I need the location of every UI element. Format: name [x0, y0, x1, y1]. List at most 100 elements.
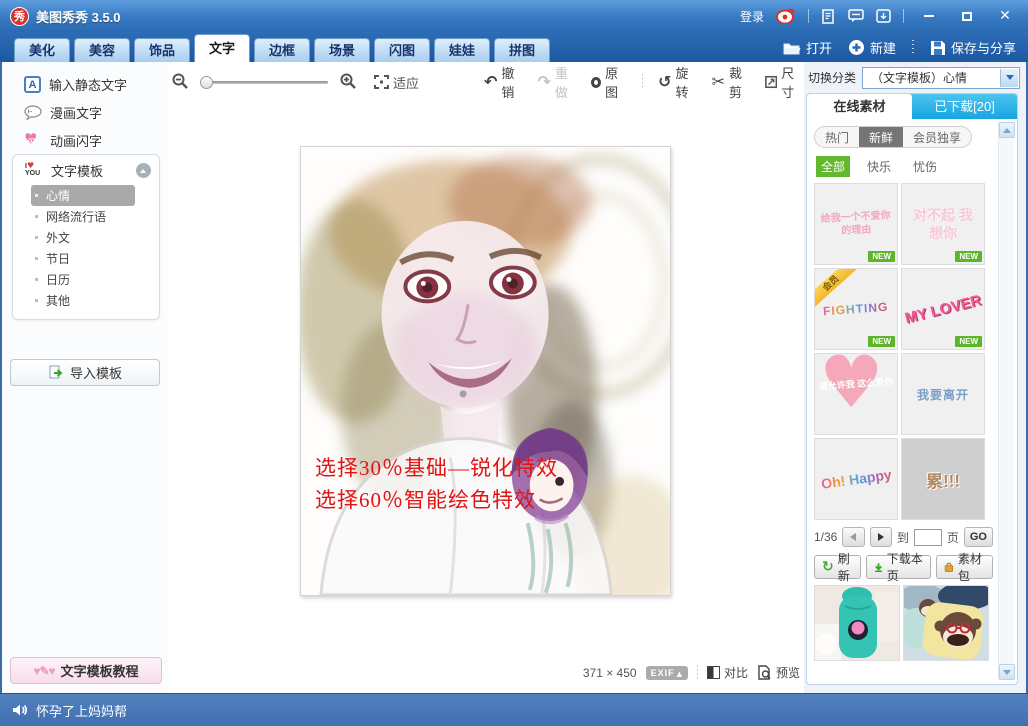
- chevron-down-icon: [1003, 670, 1011, 675]
- category-dropdown[interactable]: （文字模板）心情: [862, 67, 1020, 89]
- tray-icon[interactable]: [876, 9, 891, 23]
- template-item[interactable]: MY LOVER NEW: [901, 268, 985, 350]
- scroll-down-button[interactable]: [999, 664, 1015, 680]
- template-item[interactable]: Oh! Happy: [814, 438, 898, 520]
- collapse-icon[interactable]: [136, 163, 151, 178]
- template-item[interactable]: 会员 FIGHTING NEW: [814, 268, 898, 350]
- new-badge: NEW: [868, 336, 895, 347]
- message-icon[interactable]: [848, 9, 864, 23]
- resize-button[interactable]: 尺寸: [765, 63, 804, 101]
- photo-sketch-image: [301, 147, 670, 595]
- page-number-input[interactable]: [914, 529, 942, 546]
- preview-button[interactable]: 预览: [757, 664, 800, 681]
- zoom-in-icon[interactable]: [340, 73, 356, 92]
- filter-sad[interactable]: 忧伤: [908, 156, 942, 177]
- sidebar-item-calendar[interactable]: 日历: [13, 269, 159, 290]
- tab-text[interactable]: 文字: [194, 34, 250, 62]
- material-pack-button[interactable]: 素材包: [936, 555, 993, 579]
- speaker-icon[interactable]: [12, 703, 28, 717]
- template-item[interactable]: ♥ 请允许我 这么爱你: [814, 353, 898, 435]
- chevron-down-icon[interactable]: [1000, 69, 1018, 87]
- undo-button[interactable]: ↶撤销: [484, 63, 522, 101]
- sidebar-item-mood[interactable]: 心情: [31, 185, 135, 206]
- sidebar-item-comic-text[interactable]: I·· 漫画文字: [2, 98, 168, 126]
- template-item[interactable]: 对不起 我想你 NEW: [901, 183, 985, 265]
- weibo-icon[interactable]: [776, 8, 796, 24]
- template-grid: 给我一个不爱你 的理由 NEW 对不起 我想你 NEW 会员 FIGHTING …: [814, 183, 993, 520]
- ad-thumbnails: [814, 585, 993, 661]
- panel-scrollbar[interactable]: [998, 122, 1014, 680]
- login-link[interactable]: 登录: [740, 8, 764, 25]
- template-item[interactable]: 给我一个不爱你 的理由 NEW: [814, 183, 898, 265]
- feedback-doc-icon[interactable]: [821, 9, 836, 24]
- import-template-button[interactable]: 导入模板: [10, 359, 160, 386]
- filter-all[interactable]: 全部: [816, 156, 850, 177]
- scroll-up-button[interactable]: [999, 122, 1015, 138]
- new-badge: NEW: [955, 336, 982, 347]
- category-switch-row: 切换分类 （文字模板）心情: [808, 66, 1020, 89]
- zoom-slider-handle[interactable]: [200, 76, 213, 89]
- close-button[interactable]: ✕: [992, 8, 1018, 24]
- main-nav: 美化 美容 饰品 文字 边框 场景 闪图 娃娃 拼图 打开 新建 保存与分享: [0, 32, 1028, 62]
- fit-view-button[interactable]: 适应: [374, 73, 419, 92]
- maximize-button[interactable]: [954, 8, 980, 24]
- sidebar-item-foreign[interactable]: 外文: [13, 227, 159, 248]
- original-button[interactable]: 原图: [591, 63, 627, 101]
- sidebar-item-flash-text[interactable]: ♥闪 动画闪字: [2, 126, 168, 154]
- tab-cosmetic[interactable]: 美容: [74, 38, 130, 62]
- template-tutorial-button[interactable]: ♥✎♥ 文字模板教程: [10, 657, 162, 684]
- pill-vip[interactable]: 会员独享: [903, 127, 971, 147]
- tab-collage[interactable]: 拼图: [494, 38, 550, 62]
- template-item[interactable]: 我要离开: [901, 353, 985, 435]
- tab-beautify[interactable]: 美化: [14, 38, 70, 62]
- sidebar: A 输入静态文字 I·· 漫画文字 ♥闪 动画闪字 I♥YOU 文字模板: [2, 62, 168, 693]
- tab-frame[interactable]: 边框: [254, 38, 310, 62]
- app-logo-icon: 秀: [10, 7, 29, 26]
- tab-online-materials[interactable]: 在线素材: [807, 94, 912, 119]
- titlebar-separator: [808, 9, 809, 23]
- ad-image-blanket[interactable]: [814, 585, 900, 661]
- redo-button[interactable]: ↷重做: [537, 63, 575, 101]
- save-share-button[interactable]: 保存与分享: [930, 38, 1016, 57]
- template-item[interactable]: 累!!!: [901, 438, 985, 520]
- app-window: 秀 美图秀秀 3.5.0 登录 ✕ 美化 美容 饰品 文: [0, 0, 1028, 726]
- mood-filters: 全部 快乐 忧伤: [816, 156, 993, 177]
- zoom-slider[interactable]: [200, 81, 328, 84]
- rotate-button[interactable]: ↺旋转: [658, 63, 696, 101]
- sidebar-item-festival[interactable]: 节日: [13, 248, 159, 269]
- filter-happy[interactable]: 快乐: [862, 156, 896, 177]
- text-template-header[interactable]: I♥YOU 文字模板: [13, 155, 159, 185]
- materials-tabs: 在线素材 已下载[20]: [807, 94, 1017, 119]
- text-template-group: I♥YOU 文字模板 心情 网络流行语 外文 节日 日历 其他: [12, 154, 160, 320]
- next-page-button[interactable]: [870, 527, 892, 547]
- tab-accessory[interactable]: 饰品: [134, 38, 190, 62]
- tab-scene[interactable]: 场景: [314, 38, 370, 62]
- pill-hot[interactable]: 热门: [815, 127, 859, 147]
- ad-image-monkey-pillows[interactable]: [903, 585, 989, 661]
- compare-button[interactable]: 对比: [707, 664, 748, 681]
- go-button[interactable]: GO: [964, 527, 993, 547]
- crop-button[interactable]: ✂裁剪: [712, 63, 750, 101]
- titlebar-separator-2: [903, 9, 904, 23]
- download-page-button[interactable]: 下载本页: [866, 555, 931, 579]
- arrow-left-icon: [850, 533, 856, 541]
- sidebar-item-netslang[interactable]: 网络流行语: [13, 206, 159, 227]
- zoom-out-icon[interactable]: [172, 73, 188, 92]
- toolbar-separator: [642, 74, 643, 90]
- preview-icon: [757, 665, 772, 680]
- tab-flash[interactable]: 闪图: [374, 38, 430, 62]
- photo-caption-line2: 选择60％智能绘色特效: [315, 484, 536, 514]
- minimize-button[interactable]: [916, 8, 942, 24]
- sidebar-item-other[interactable]: 其他: [13, 290, 159, 311]
- statusbar-message[interactable]: 怀孕了上妈妈帮: [36, 701, 127, 720]
- open-button[interactable]: 打开: [783, 38, 832, 57]
- refresh-button[interactable]: ↻ 刷新: [814, 555, 861, 579]
- prev-page-button[interactable]: [842, 527, 864, 547]
- tab-doll[interactable]: 娃娃: [434, 38, 490, 62]
- exif-badge[interactable]: EXIF: [646, 666, 688, 680]
- tab-downloaded[interactable]: 已下载[20]: [912, 94, 1017, 119]
- sidebar-item-static-text[interactable]: A 输入静态文字: [2, 70, 168, 98]
- edited-photo[interactable]: 选择30％基础—锐化特效 选择60％智能绘色特效: [300, 146, 671, 596]
- pill-new[interactable]: 新鲜: [859, 127, 903, 147]
- new-button[interactable]: 新建: [848, 38, 896, 57]
